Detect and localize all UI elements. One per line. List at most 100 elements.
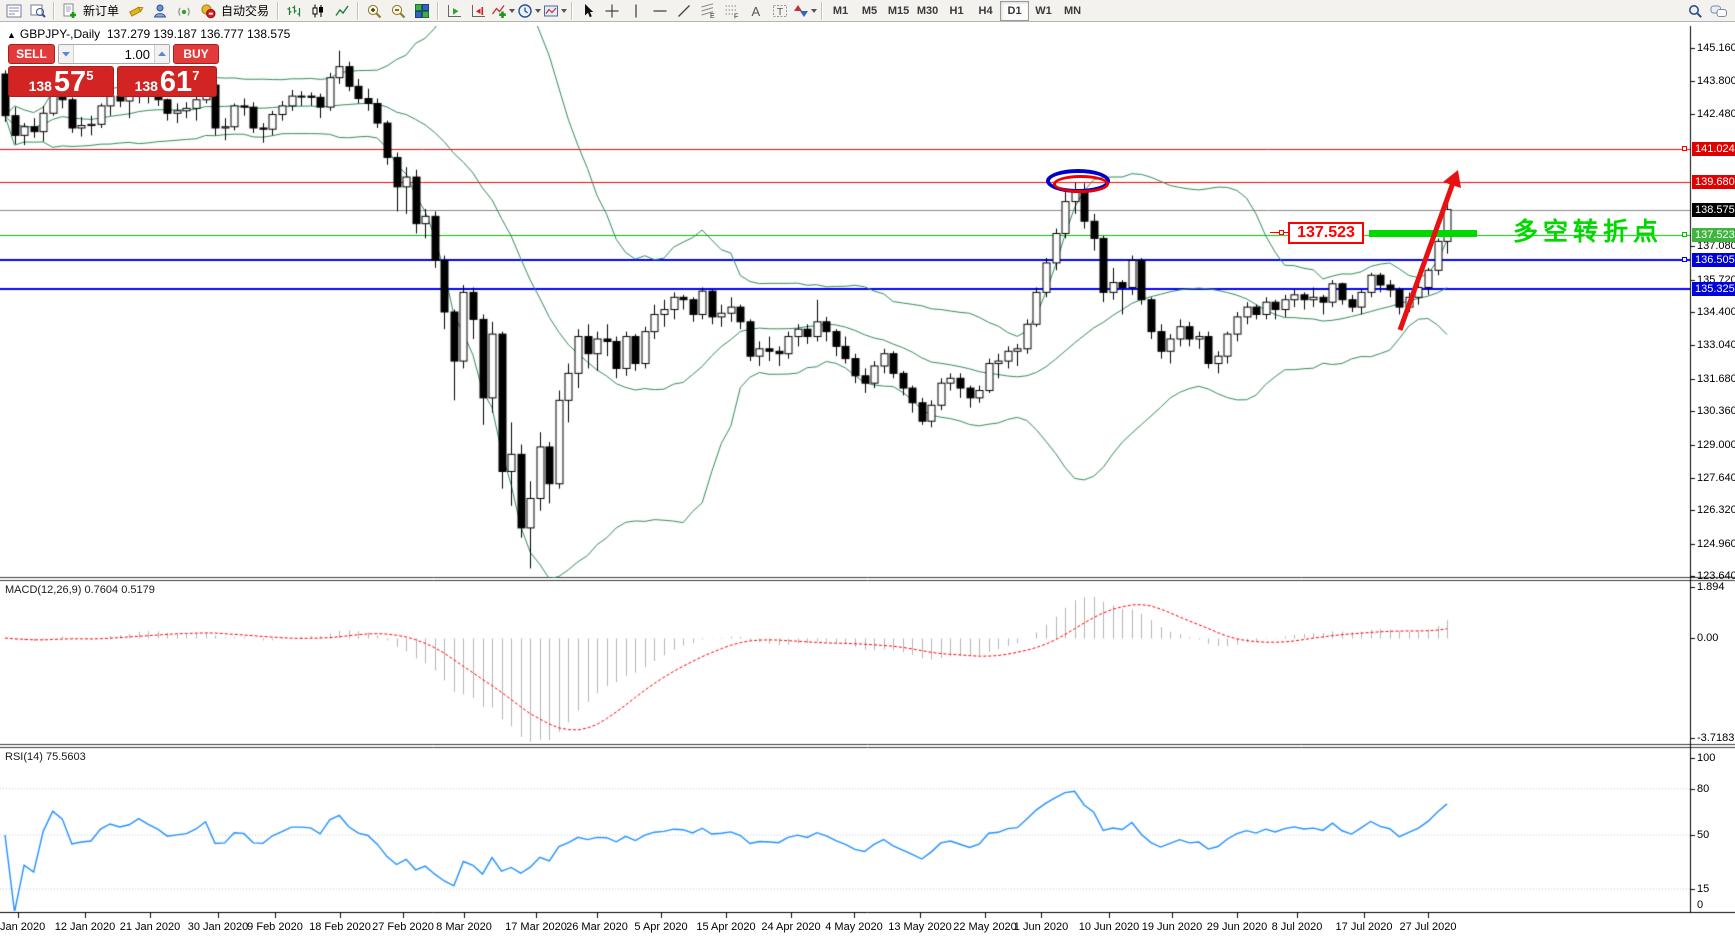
vertical-line-tool-button[interactable] xyxy=(624,1,648,21)
timeframe-button-D1[interactable]: D1 xyxy=(1000,1,1029,21)
stepper-up-icon xyxy=(158,51,166,57)
styler-button[interactable] xyxy=(124,1,148,21)
request-quotes-button[interactable] xyxy=(148,1,172,21)
new-order-button[interactable] xyxy=(58,1,82,21)
stepper-down-icon xyxy=(62,51,70,57)
main-toolbar: 新订单 自动交易 E F A T M1M5M15M30H1H4D1W1MN xyxy=(0,0,1735,22)
buy-price-display[interactable]: 138 61 7 xyxy=(117,66,217,97)
price-level-box[interactable]: 137.523 xyxy=(1288,222,1364,244)
timeframe-button-M15[interactable]: M15 xyxy=(884,1,913,21)
toolbar-separator xyxy=(277,2,279,20)
vertical-line-icon xyxy=(628,3,644,19)
highlight-ellipse-annotation[interactable] xyxy=(1046,169,1110,193)
sell-price-sup: 5 xyxy=(86,68,93,83)
bar-chart-button[interactable] xyxy=(282,1,306,21)
charts-list-button[interactable] xyxy=(2,1,26,21)
sell-button[interactable]: SELL xyxy=(8,44,55,64)
search-icon xyxy=(1687,3,1703,19)
buy-price-small: 138 xyxy=(135,78,158,94)
fibonacci-tool-button[interactable]: F xyxy=(720,1,744,21)
cursor-icon xyxy=(580,3,596,19)
candlestick-chart-button[interactable] xyxy=(306,1,330,21)
svg-text:F: F xyxy=(734,13,738,19)
timeframe-button-M30[interactable]: M30 xyxy=(913,1,942,21)
toolbar-separator xyxy=(821,2,823,20)
timeframe-group: M1M5M15M30H1H4D1W1MN xyxy=(826,1,1087,21)
equidistant-channel-tool-button[interactable]: E xyxy=(696,1,720,21)
buy-button[interactable]: BUY xyxy=(173,44,219,64)
macd-label: MACD(12,26,9) 0.7604 0.5179 xyxy=(5,584,155,596)
new-order-label[interactable]: 新订单 xyxy=(83,2,119,19)
volume-input[interactable] xyxy=(74,45,154,63)
toolbar-separator xyxy=(571,2,573,20)
clock-icon xyxy=(517,3,533,19)
tile-windows-icon xyxy=(414,3,430,19)
turning-point-text[interactable]: 多空转折点 xyxy=(1513,212,1663,248)
text-a-icon: A xyxy=(748,3,764,19)
indicators-icon xyxy=(491,3,507,19)
crosshair-tool-button[interactable] xyxy=(600,1,624,21)
data-window-icon xyxy=(30,3,46,19)
periods-caret-icon xyxy=(535,9,541,13)
data-window-button[interactable] xyxy=(26,1,50,21)
autotrading-button[interactable] xyxy=(196,1,220,21)
tile-windows-button[interactable] xyxy=(410,1,434,21)
indicators-caret-icon xyxy=(509,9,515,13)
chat-button[interactable] xyxy=(1707,1,1731,21)
text-label-tool-button[interactable]: T xyxy=(768,1,792,21)
timeframe-button-H4[interactable]: H4 xyxy=(971,1,1000,21)
timeframe-button-W1[interactable]: W1 xyxy=(1029,1,1058,21)
svg-text:E: E xyxy=(710,13,715,19)
periods-button[interactable] xyxy=(516,1,542,21)
volume-increase-button[interactable] xyxy=(154,45,169,63)
zoom-out-icon xyxy=(390,3,406,19)
collapse-panel-arrow[interactable]: ▲ xyxy=(7,30,16,40)
line-chart-button[interactable] xyxy=(330,1,354,21)
timeframe-button-M1[interactable]: M1 xyxy=(826,1,855,21)
indicators-button[interactable] xyxy=(490,1,516,21)
toolbar-separator xyxy=(53,2,55,20)
autotrading-icon xyxy=(200,3,216,19)
trendline-icon xyxy=(676,3,692,19)
timeframe-button-MN[interactable]: MN xyxy=(1058,1,1087,21)
zoom-in-icon xyxy=(366,3,382,19)
sell-price-display[interactable]: 138 57 5 xyxy=(8,66,114,97)
auto-scroll-button[interactable] xyxy=(442,1,466,21)
ohlc-label: 137.279 139.187 136.777 138.575 xyxy=(107,27,291,41)
macd-signal-value: 0.5179 xyxy=(121,584,155,596)
volume-decrease-button[interactable] xyxy=(59,45,74,63)
symbol-period-label: GBPJPY-,Daily xyxy=(20,27,100,41)
arrows-tool-button[interactable] xyxy=(792,1,818,21)
svg-text:A: A xyxy=(752,4,761,19)
signals-button[interactable] xyxy=(172,1,196,21)
horizontal-line-icon xyxy=(652,3,668,19)
fibonacci-icon: F xyxy=(724,3,740,19)
templates-button[interactable] xyxy=(542,1,568,21)
chart-title: ▲ GBPJPY-,Daily 137.279 139.187 136.777 1… xyxy=(7,27,290,41)
chart-canvas[interactable] xyxy=(0,0,1735,943)
chart-shift-icon xyxy=(470,3,486,19)
zoom-in-button[interactable] xyxy=(362,1,386,21)
text-tool-button[interactable]: A xyxy=(744,1,768,21)
new-order-icon xyxy=(62,3,78,19)
arrows-icon xyxy=(793,3,809,19)
timeframe-button-M5[interactable]: M5 xyxy=(855,1,884,21)
cursor-tool-button[interactable] xyxy=(576,1,600,21)
mt4-terminal: 新订单 自动交易 E F A T M1M5M15M30H1H4D1W1MN xyxy=(0,0,1735,943)
chat-icon xyxy=(1710,3,1728,19)
trendline-tool-button[interactable] xyxy=(672,1,696,21)
level-box-handle[interactable] xyxy=(1279,230,1284,235)
template-icon xyxy=(543,3,559,19)
zoom-out-button[interactable] xyxy=(386,1,410,21)
autotrading-label[interactable]: 自动交易 xyxy=(221,2,269,19)
chart-shift-button[interactable] xyxy=(466,1,490,21)
timeframe-button-H1[interactable]: H1 xyxy=(942,1,971,21)
toolbar-separator xyxy=(437,2,439,20)
search-button[interactable] xyxy=(1683,1,1707,21)
person-icon xyxy=(152,3,168,19)
line-chart-icon xyxy=(334,3,350,19)
highlight-ellipse-inner xyxy=(1053,175,1109,193)
trend-arrow[interactable] xyxy=(1385,158,1477,344)
horizontal-line-tool-button[interactable] xyxy=(648,1,672,21)
auto-scroll-icon xyxy=(446,3,462,19)
